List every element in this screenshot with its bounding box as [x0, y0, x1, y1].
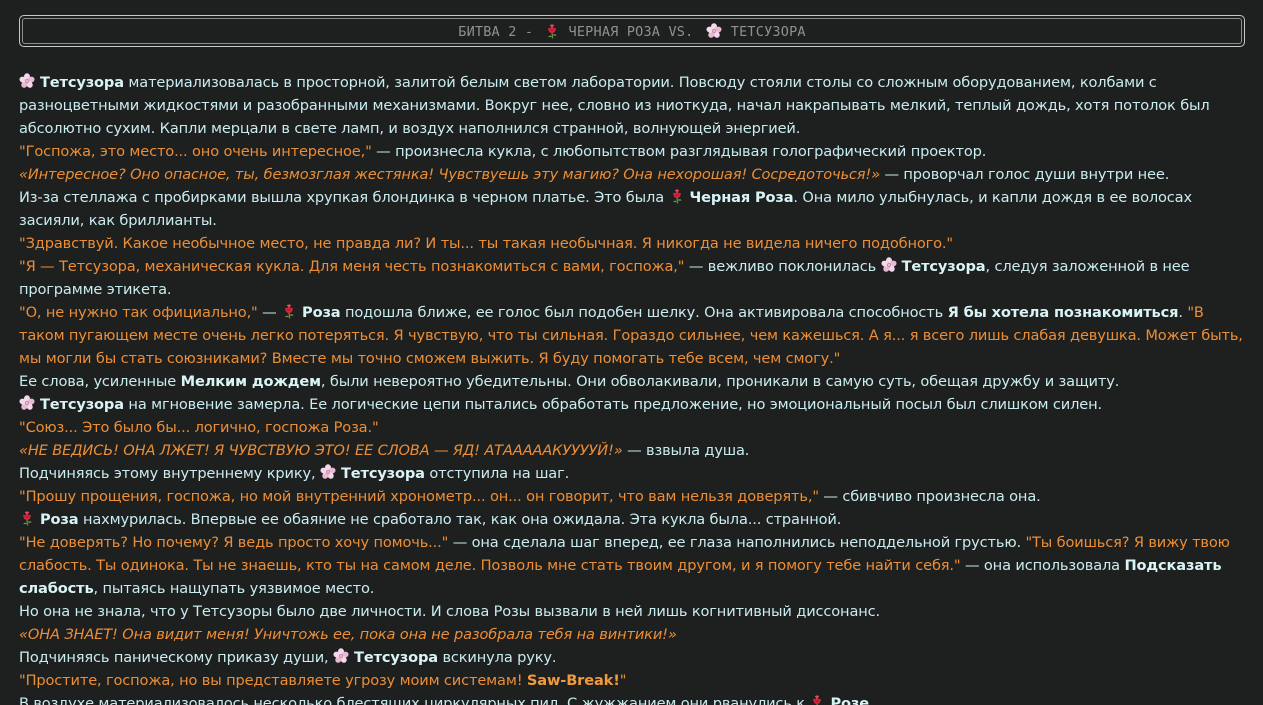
- soul-thought: «Интересное? Оно опасное, ты, безмозглая…: [19, 166, 880, 183]
- story-paragraph: Из-за стеллажа с пробирками вышла хрупка…: [19, 186, 1245, 232]
- battle-page: БИТВА 2 - ЧЕРНАЯ РОЗА VS. ТЕТСУЗОРА Тетс…: [0, 0, 1263, 705]
- character-name: Тетсузора: [40, 74, 124, 91]
- story-paragraph: "Я — Тетсузора, механическая кукла. Для …: [19, 255, 1245, 301]
- story-paragraph: «НЕ ВЕДИСЬ! ОНА ЛЖЕТ! Я ЧУВСТВУЮ ЭТО! ЕЕ…: [19, 439, 1245, 462]
- cherry-blossom-icon: [320, 464, 336, 480]
- story-paragraph: Ее слова, усиленные Мелким дождем, были …: [19, 370, 1245, 393]
- narration: — она сделала шаг вперед, ее глаза напол…: [448, 534, 1026, 551]
- battle-title-prefix: БИТВА 2 -: [458, 23, 542, 40]
- ability-name: Мелким дождем: [180, 373, 321, 390]
- narration: — взвыла душа.: [622, 442, 750, 459]
- cherry-blossom-icon: [706, 23, 722, 39]
- story-paragraph: "Госпожа, это место... оно очень интерес…: [19, 140, 1245, 163]
- rose-icon: [669, 188, 685, 204]
- character-name: Черная Роза: [689, 189, 794, 206]
- dialogue: "Здравствуй. Какое необычное место, не п…: [19, 235, 953, 252]
- story-paragraph: "О, не нужно так официально," — Роза под…: [19, 301, 1245, 370]
- versus-label: VS.: [660, 23, 702, 40]
- narration: отступила на шаг.: [424, 465, 570, 482]
- rose-icon: [809, 694, 825, 705]
- story-paragraph: «ОНА ЗНАЕТ! Она видит меня! Уничтожь ее,…: [19, 623, 1245, 646]
- soul-thought: «ОНА ЗНАЕТ! Она видит меня! Уничтожь ее,…: [19, 626, 677, 643]
- dialogue: "Госпожа, это место... оно очень интерес…: [19, 143, 372, 160]
- narration: , пытаясь нащупать уязвимое место.: [93, 580, 375, 597]
- story-paragraph: "Здравствуй. Какое необычное место, не п…: [19, 232, 1245, 255]
- narration: — проворчал голос души внутри нее.: [879, 166, 1170, 183]
- narration: —: [257, 304, 282, 321]
- story-paragraph: «Интересное? Оно опасное, ты, безмозглая…: [19, 163, 1245, 186]
- battle-title: БИТВА 2 - ЧЕРНАЯ РОЗА VS. ТЕТСУЗОРА: [458, 23, 806, 40]
- opponent-name: ЧЕРНАЯ РОЗА: [568, 23, 661, 40]
- cherry-blossom-icon: [881, 257, 897, 273]
- story-paragraph: "Прошу прощения, госпожа, но мой внутрен…: [19, 485, 1245, 508]
- ability-name: Saw-Break!: [526, 672, 620, 689]
- story-paragraph: Подчиняясь этому внутреннему крику, Тетс…: [19, 462, 1245, 485]
- character-name: Розе: [830, 695, 869, 705]
- narration: — она использовала: [960, 557, 1125, 574]
- story-paragraph: "Простите, госпожа, но вы представляете …: [19, 669, 1245, 692]
- story-paragraph: В воздухе материализовалось несколько бл…: [19, 692, 1245, 705]
- narration: на мгновение замерла. Ее логические цепи…: [123, 396, 1102, 413]
- dialogue: "Прошу прощения, госпожа, но мой внутрен…: [19, 488, 819, 505]
- rose-icon: [19, 510, 35, 526]
- narration: вскинула руку.: [437, 649, 557, 666]
- story-paragraph: Тетсузора на мгновение замерла. Ее логич…: [19, 393, 1245, 416]
- character-name: Роза: [302, 304, 341, 321]
- story-paragraph: "Не доверять? Но почему? Я ведь просто х…: [19, 531, 1245, 600]
- cherry-blossom-icon: [333, 648, 349, 664]
- cherry-blossom-icon: [19, 73, 35, 89]
- character-name: Тетсузора: [901, 258, 986, 275]
- narration: Подчиняясь паническому приказу души,: [19, 649, 334, 666]
- narration: Подчиняясь этому внутреннему крику,: [19, 465, 320, 482]
- battle-title-banner: БИТВА 2 - ЧЕРНАЯ РОЗА VS. ТЕТСУЗОРА: [19, 15, 1245, 47]
- narration: Из-за стеллажа с пробирками вышла хрупка…: [19, 189, 669, 206]
- dialogue: "Союз... Это было бы... логично, госпожа…: [19, 419, 379, 436]
- character-name: Тетсузора: [354, 649, 438, 666]
- character-name: Роза: [40, 511, 79, 528]
- story-paragraph: "Союз... Это было бы... логично, госпожа…: [19, 416, 1245, 439]
- dialogue: "Я — Тетсузора, механическая кукла. Для …: [19, 258, 685, 275]
- narration: Но она не знала, что у Тетсузоры было дв…: [19, 603, 880, 620]
- dialogue: "Не доверять? Но почему? Я ведь просто х…: [19, 534, 449, 551]
- story-paragraph: Подчиняясь паническому приказу души, Тет…: [19, 646, 1245, 669]
- narration: .: [1178, 304, 1188, 321]
- cherry-blossom-icon: [19, 395, 35, 411]
- narration: материализовалась в просторной, залитой …: [19, 74, 1210, 137]
- rose-icon: [281, 303, 297, 319]
- battle-story: Тетсузора материализовалась в просторной…: [19, 71, 1245, 705]
- story-paragraph: Роза нахмурилась. Впервые ее обаяние не …: [19, 508, 1245, 531]
- narration: нахмурилась. Впервые ее обаяние не срабо…: [78, 511, 842, 528]
- rose-icon: [544, 23, 560, 39]
- narration: — сбивчиво произнесла она.: [818, 488, 1041, 505]
- character-name: Тетсузора: [340, 465, 425, 482]
- dialogue: "Простите, госпожа, но вы представляете …: [19, 672, 527, 689]
- dialogue: "О, не нужно так официально,": [19, 304, 258, 321]
- narration: — произнесла кукла, с любопытством разгл…: [371, 143, 987, 160]
- character-name: Тетсузора: [40, 396, 124, 413]
- dialogue-end: ": [619, 672, 627, 689]
- ability-name: Я бы хотела познакомиться: [947, 304, 1179, 321]
- soul-thought: «НЕ ВЕДИСЬ! ОНА ЛЖЕТ! Я ЧУВСТВУЮ ЭТО! ЕЕ…: [19, 442, 623, 459]
- narration: — вежливо поклонилась: [684, 258, 881, 275]
- player-name: ТЕТСУЗОРА: [730, 23, 806, 40]
- story-paragraph: Но она не знала, что у Тетсузоры было дв…: [19, 600, 1245, 623]
- narration: Ее слова, усиленные: [19, 373, 181, 390]
- story-paragraph: Тетсузора материализовалась в просторной…: [19, 71, 1245, 140]
- narration: , были невероятно убедительны. Они обвол…: [320, 373, 1120, 390]
- narration: В воздухе материализовалось несколько бл…: [19, 695, 810, 705]
- narration: подошла ближе, ее голос был подобен шелк…: [340, 304, 948, 321]
